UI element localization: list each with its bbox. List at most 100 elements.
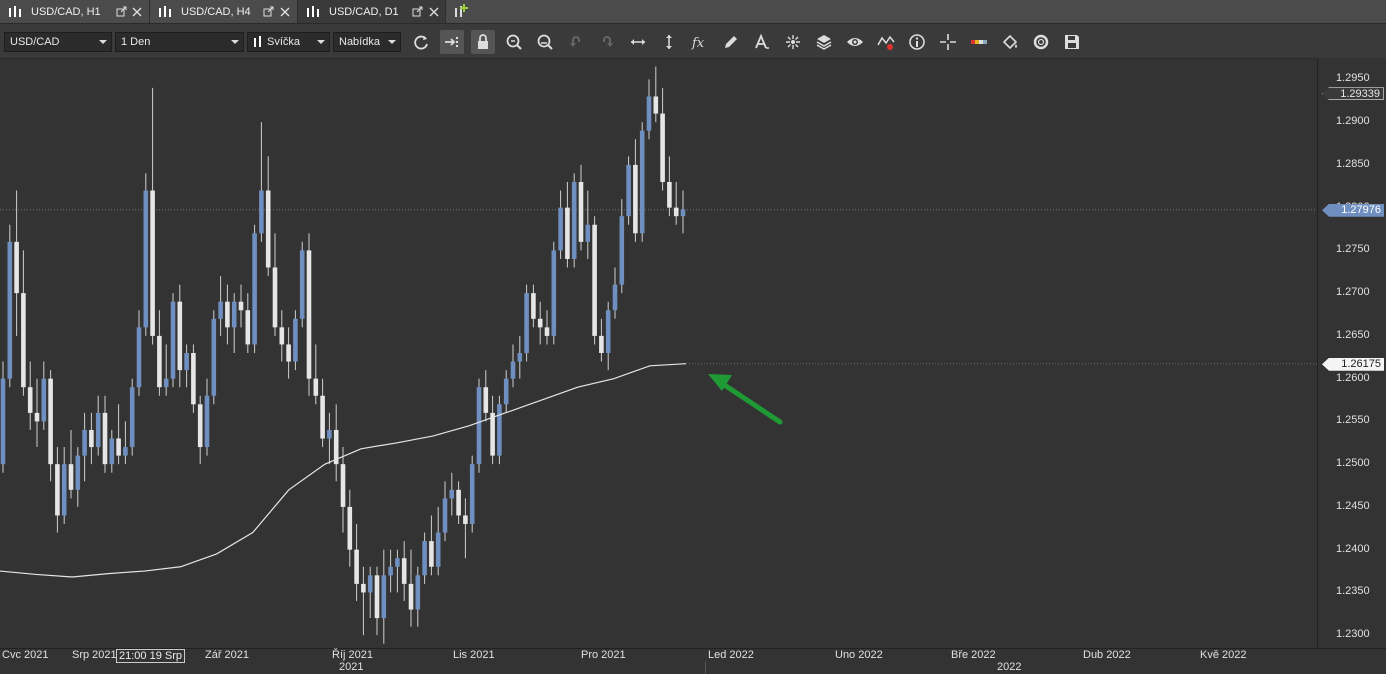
redo-icon [603, 36, 613, 47]
candle-bull [646, 96, 652, 131]
visibility-button[interactable] [843, 30, 867, 54]
time-axis[interactable]: 21:00 19 Srp Cvc 2021 Srp 2021 Zář 2021 Říj… [0, 648, 1386, 674]
candle-bull [449, 489, 455, 499]
candle-bear [102, 412, 108, 465]
chevron-down-icon [317, 40, 325, 44]
tab-label: USD/CAD, H4 [181, 5, 251, 18]
save-button[interactable] [1060, 30, 1084, 54]
zoom-out-icon [537, 34, 553, 50]
objects-button[interactable] [781, 30, 805, 54]
zoom-in-button[interactable] [502, 30, 526, 54]
color-button[interactable] [967, 30, 991, 54]
candle-bear [27, 387, 33, 413]
alerts-button[interactable] [874, 30, 898, 54]
undo-button[interactable] [564, 30, 588, 54]
indicators-button[interactable]: fx [688, 30, 712, 54]
price-axis[interactable]: 1.29501.29001.28501.28001.27501.27001.26… [1317, 58, 1386, 648]
close-icon[interactable] [132, 7, 142, 17]
price-tick: 1.2950 [1336, 72, 1370, 85]
price-tick: 1.2500 [1336, 457, 1370, 470]
candle-bear [89, 429, 94, 448]
paint-button[interactable] [998, 30, 1022, 54]
candle-bull [442, 498, 448, 533]
price-tick: 1.2600 [1336, 371, 1370, 384]
candle-bear [429, 541, 434, 567]
tab-usdcad-d1[interactable]: USD/CAD, D1 [298, 0, 446, 23]
close-icon[interactable] [280, 7, 290, 17]
redo-button[interactable] [595, 30, 619, 54]
tab-label: USD/CAD, D1 [329, 5, 399, 18]
tab-usdcad-h4[interactable]: USD/CAD, H4 [150, 0, 298, 23]
layers-button[interactable] [812, 30, 836, 54]
price-tick: 1.2350 [1336, 585, 1370, 598]
price-chart[interactable] [0, 58, 1386, 673]
undo-icon [570, 36, 580, 47]
close-icon[interactable] [429, 7, 439, 17]
zoom-out-button[interactable] [533, 30, 557, 54]
candle-bull [422, 541, 427, 576]
vertical-scale-button[interactable] [657, 30, 681, 54]
text-button[interactable] [750, 30, 774, 54]
refresh-button[interactable] [409, 30, 433, 54]
tab-usdcad-h1[interactable]: USD/CAD, H1 [0, 0, 150, 23]
candle-bull [75, 455, 81, 490]
candle-bull [129, 387, 135, 448]
candle-bull [82, 429, 87, 456]
candle-type-icon [254, 36, 261, 47]
horizontal-scale-button[interactable] [626, 30, 650, 54]
candle-bear [401, 558, 407, 584]
candle-bear [660, 113, 665, 182]
candle-bull [680, 209, 686, 217]
popout-icon[interactable] [263, 6, 274, 17]
candle-bear [116, 438, 121, 456]
candle-bear [565, 207, 570, 259]
candlestick-icon [159, 5, 171, 17]
lock-button[interactable] [471, 30, 495, 54]
candle-bull [136, 327, 142, 388]
layers-icon [816, 35, 832, 50]
crosshair-time-label: 21:00 19 Srp [116, 649, 185, 663]
chart-toolbar: USD/CAD 1 Den Svíčka Nabídka fx [0, 24, 1386, 59]
candle-bull [435, 532, 441, 567]
candle-bull [299, 250, 305, 319]
year-label: 2021 [339, 661, 364, 673]
chart-type-select[interactable]: Svíčka [247, 32, 330, 52]
time-tick: Lis 2021 [453, 649, 495, 661]
candlestick-icon [307, 5, 319, 17]
candle-bear [320, 395, 325, 439]
tab-label: USD/CAD, H1 [31, 5, 101, 18]
symbol-select[interactable]: USD/CAD [4, 32, 112, 52]
autoscroll-icon [445, 37, 458, 47]
candle-bear [408, 583, 414, 610]
candle-bull [469, 464, 475, 525]
crosshair-button[interactable] [936, 30, 960, 54]
chart-type-value: Svíčka [267, 36, 301, 48]
candle-bull [558, 207, 563, 251]
candle-bear [238, 301, 244, 311]
candle-bear [191, 353, 196, 405]
chevron-down-icon [99, 40, 107, 44]
candle-bear [286, 344, 291, 362]
price-side-select[interactable]: Nabídka [333, 32, 401, 52]
candle-bull [503, 378, 509, 405]
add-chart-icon[interactable] [452, 2, 470, 20]
popout-icon[interactable] [116, 6, 127, 17]
info-button[interactable] [905, 30, 929, 54]
price-tick: 1.2900 [1336, 115, 1370, 128]
candle-bear [633, 164, 638, 234]
candle-bull [0, 378, 6, 465]
autoscroll-button[interactable] [440, 30, 464, 54]
draw-button[interactable] [719, 30, 743, 54]
timeframe-select[interactable]: 1 Den [115, 32, 244, 52]
settings-button[interactable] [1029, 30, 1053, 54]
popout-icon[interactable] [412, 6, 423, 17]
candle-bull [231, 301, 237, 328]
price-tick: 1.2850 [1336, 157, 1370, 170]
candle-bull [252, 233, 257, 345]
candle-bear [463, 515, 468, 525]
objects-icon [786, 35, 800, 49]
candle-bull [395, 558, 400, 567]
pencil-icon [725, 36, 737, 48]
color-icon [971, 40, 987, 44]
tab-bar: USD/CAD, H1 USD/CAD, H4 USD/CAD, D1 [0, 0, 1386, 24]
